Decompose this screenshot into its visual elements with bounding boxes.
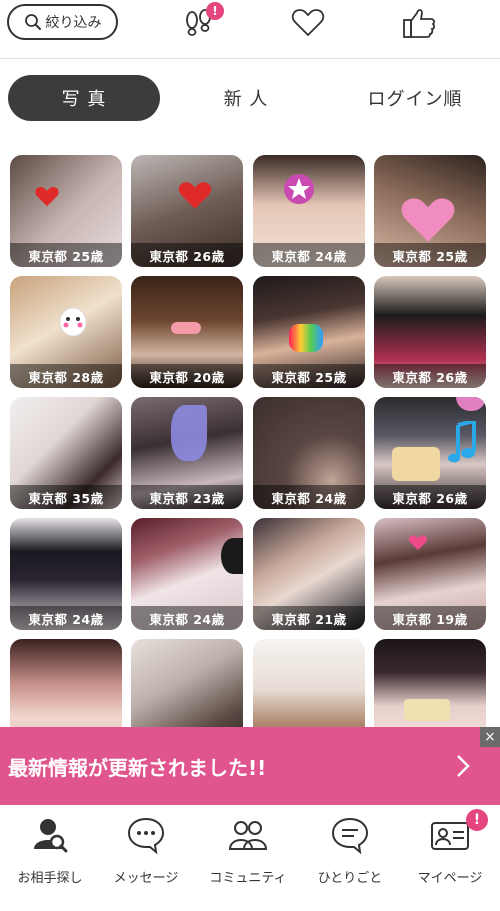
search-icon [24,14,41,30]
mypage-badge: ! [466,809,488,831]
profile-card[interactable]: 東京都 26歳 [374,276,486,388]
mosaic-sticker [392,447,440,481]
profile-caption: 東京都 25歳 [253,364,365,388]
favorites-button[interactable] [289,6,327,40]
profile-caption: 東京都 24歳 [253,485,365,509]
profile-caption: 東京都 25歳 [10,243,122,267]
profile-caption: 東京都 26歳 [131,243,243,267]
nav-label: お相手探し [17,871,83,886]
profile-card-icon [431,822,469,850]
chevron-right-icon [457,755,470,777]
heart-sticker-icon [178,182,212,209]
profile-card[interactable]: 東京都 26歳 [374,397,486,509]
profile-card[interactable]: 東京都 25歳 [374,155,486,267]
profile-caption: 東京都 26歳 [374,485,486,509]
profile-card[interactable]: 東京都 20歳 [131,276,243,388]
profile-caption: 東京都 20歳 [131,364,243,388]
thumbs-up-icon [403,9,435,38]
profile-card[interactable]: 東京都 25歳 [10,155,122,267]
nav-label: ひとりごと [317,871,383,886]
star-sticker-icon [284,174,314,204]
profile-card[interactable]: 東京都 24歳 [253,397,365,509]
nav-label: メッセージ [113,871,179,886]
nav-mypage[interactable]: ! マイページ [400,809,500,895]
monologue-icon [331,817,369,855]
tab-newcomers[interactable]: 新 人 [186,75,306,121]
footprint-badge: ! [206,2,224,20]
profile-caption: 東京都 28歳 [10,364,122,388]
mosaic-sticker [404,699,450,721]
update-banner[interactable]: 最新情報が更新されました!! [0,727,500,805]
profile-caption: 東京都 24歳 [131,606,243,630]
profile-caption: 東京都 25歳 [374,243,486,267]
nav-messages[interactable]: メッセージ [96,815,196,895]
mosaic-sticker [171,322,201,334]
filter-label: 絞り込み [45,15,102,31]
profile-card[interactable]: 東京都 19歳 [374,518,486,630]
tab-photos[interactable]: 写 真 [8,75,160,121]
bottom-navigation: お相手探し メッセージ コミュニティ ひとりごと ! マイページ [0,805,500,911]
profile-caption: 東京都 35歳 [10,485,122,509]
chat-bubble-icon [127,817,165,855]
heart-sticker-icon [35,187,59,207]
profile-caption: 東京都 24歳 [10,606,122,630]
heart-sticker-icon [409,535,427,551]
nav-community[interactable]: コミュニティ [198,815,298,895]
banner-text: 最新情報が更新されました!! [8,755,267,780]
nav-label: マイページ [417,871,483,886]
likes-button[interactable] [400,6,438,40]
profile-card[interactable]: 東京都 25歳 [253,276,365,388]
hand-sticker [171,405,207,461]
tab-login-order[interactable]: ログイン順 [345,75,485,121]
rainbow-sticker [289,324,323,352]
heart-icon [291,9,325,37]
music-note-icon [448,421,476,463]
profile-card[interactable]: 東京都 21歳 [253,518,365,630]
profile-card[interactable]: 東京都 24歳 [10,518,122,630]
top-header: 絞り込み ! [0,0,500,59]
profile-caption: 東京都 23歳 [131,485,243,509]
profile-card[interactable]: 東京都 35歳 [10,397,122,509]
profile-card[interactable]: 東京都 23歳 [131,397,243,509]
community-icon [228,821,268,850]
character-sticker-icon [59,307,87,337]
dark-sticker [221,538,243,574]
profile-caption: 東京都 24歳 [253,243,365,267]
profile-caption: 東京都 26歳 [374,364,486,388]
footprint-button[interactable]: ! [180,2,224,40]
person-search-icon [34,819,68,853]
nav-label: コミュニティ [209,871,287,886]
profile-card[interactable]: 東京都 26歳 [131,155,243,267]
filter-button[interactable]: 絞り込み [7,4,118,40]
profile-caption: 東京都 19歳 [374,606,486,630]
nav-monologue[interactable]: ひとりごと [300,815,400,895]
profile-caption: 東京都 21歳 [253,606,365,630]
banner-close-button[interactable]: × [480,727,500,747]
profile-card[interactable]: 東京都 24歳 [253,155,365,267]
nav-partner-search[interactable]: お相手探し [0,815,100,895]
profile-card[interactable]: 東京都 24歳 [131,518,243,630]
profile-card[interactable]: 東京都 28歳 [10,276,122,388]
heart-sticker-icon [401,198,455,242]
